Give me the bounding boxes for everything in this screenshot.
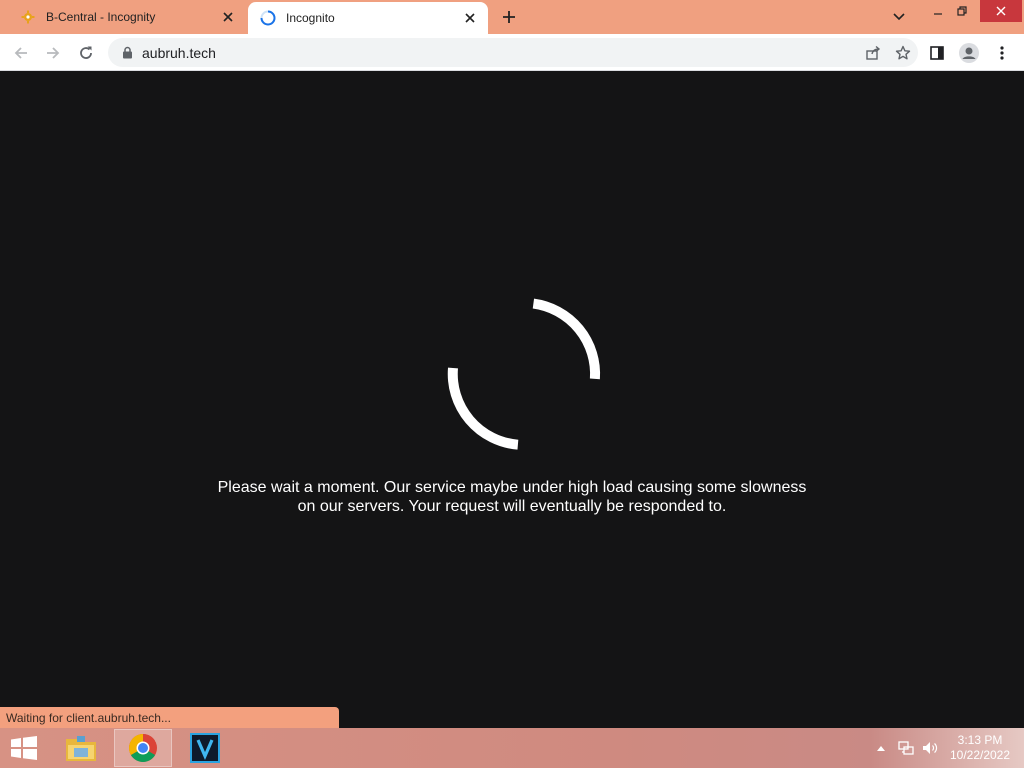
chevron-up-icon [877, 746, 885, 751]
back-arrow-icon [14, 47, 27, 59]
bookmark-star-icon[interactable] [888, 39, 918, 67]
status-bubble: Waiting for client.aubruh.tech... [0, 707, 339, 728]
volume-icon[interactable] [920, 728, 940, 768]
chevron-down-icon [893, 13, 905, 21]
menu-button[interactable] [989, 40, 1015, 66]
chrome-icon [129, 734, 157, 762]
reload-button[interactable] [73, 40, 99, 66]
loading-spinner-icon [447, 298, 601, 450]
loading-message: Please wait a moment. Our service maybe … [200, 478, 824, 516]
clock-time: 3:13 PM [957, 733, 1003, 747]
tab-incognito[interactable]: Incognito [248, 2, 488, 34]
new-tab-button[interactable] [498, 6, 520, 28]
forward-arrow-icon [47, 47, 60, 59]
reload-icon [80, 46, 92, 59]
tab-title: B-Central - Incognity [46, 10, 156, 24]
network-icon[interactable] [896, 728, 916, 768]
url-text[interactable]: aubruh.tech [142, 45, 858, 61]
plus-icon [503, 11, 515, 23]
close-tab-icon[interactable] [460, 8, 480, 28]
lock-icon[interactable] [120, 46, 134, 59]
show-hidden-icons-button[interactable] [874, 728, 888, 768]
taskbar-chrome[interactable] [114, 729, 172, 767]
loading-message-line-1: Please wait a moment. Our service maybe … [217, 479, 807, 496]
taskbar: 3:13 PM 10/22/2022 [0, 728, 1024, 768]
tab-b-central[interactable]: B-Central - Incognity [8, 0, 246, 34]
tab-search-button[interactable] [886, 6, 912, 28]
forward-button[interactable] [40, 40, 66, 66]
taskbar-v-app[interactable] [176, 729, 234, 767]
clock-date: 10/22/2022 [949, 748, 1011, 762]
avatar-icon [959, 43, 979, 63]
restore-icon [957, 6, 967, 16]
tab-title: Incognito [286, 11, 335, 25]
minimize-icon [934, 13, 942, 15]
taskbar-file-explorer[interactable] [52, 729, 110, 767]
back-button[interactable] [8, 40, 34, 66]
gear-favicon-icon [20, 9, 36, 25]
loading-favicon-icon [260, 10, 276, 26]
side-panel-icon [930, 46, 944, 60]
loading-message-line-2: on our servers. Your request will eventu… [297, 498, 727, 515]
close-window-button[interactable] [980, 0, 1022, 22]
close-icon [996, 6, 1006, 16]
side-panel-button[interactable] [924, 40, 950, 66]
file-explorer-icon [66, 736, 96, 761]
kebab-menu-icon [1000, 46, 1004, 60]
address-bar[interactable]: aubruh.tech [108, 38, 918, 67]
close-tab-icon[interactable] [218, 7, 238, 27]
share-icon[interactable] [858, 39, 888, 67]
start-button[interactable] [6, 732, 42, 764]
windows-logo-icon [11, 736, 37, 760]
profile-button[interactable] [956, 40, 982, 66]
taskbar-clock[interactable]: 3:13 PM 10/22/2022 [944, 733, 1016, 763]
restore-button[interactable] [947, 0, 977, 22]
v-app-icon [190, 733, 220, 763]
tab-strip: B-Central - Incognity Incognito [0, 0, 1024, 34]
browser-toolbar: aubruh.tech [0, 34, 1024, 71]
